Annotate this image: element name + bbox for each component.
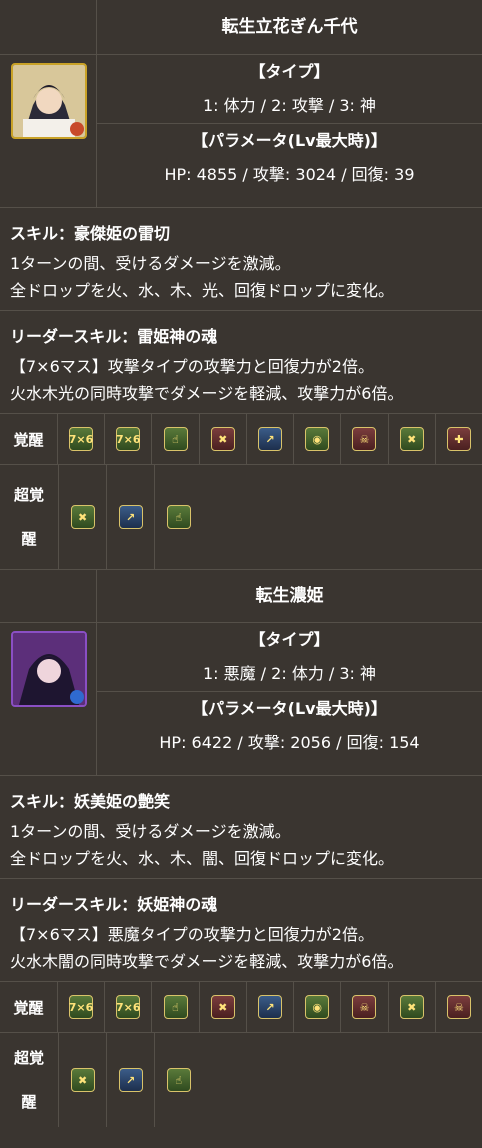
guard-break-icon[interactable]: ◉ (305, 995, 330, 1019)
skill-bind-resist-icon[interactable]: ✖ (210, 995, 235, 1019)
monster-name: 転生立花ぎん千代 (221, 17, 358, 37)
skill-boost-icon[interactable]: ☝ (163, 995, 188, 1019)
param-header: 【パラメータ(Lv最大時)】 (192, 699, 387, 718)
monster-card-1: 転生立花ぎん千代 【タイプ】 1: 体力 / 2: 攻撃 / 3: 神 【パラメ… (0, 0, 482, 570)
type-header: 【タイプ】 (249, 630, 330, 649)
bind-resist-icon[interactable]: ✖ (70, 1068, 95, 1092)
7x6-icon[interactable]: 7×6 (69, 427, 93, 451)
leader-skill-line: 【7×6マス】攻撃タイプの攻撃力と回復力が2倍。 (10, 357, 374, 376)
two-way-icon[interactable]: ↗ (118, 505, 143, 529)
leader-skill-title: リーダースキル：妖姫神の魂 (10, 895, 218, 914)
blind-resist-icon[interactable]: ✖ (399, 995, 424, 1019)
leader-skill-line: 火水木闇の同時攻撃でダメージを軽減、攻撃力が6倍。 (10, 952, 404, 971)
super-awaken-label-1: 超覚 (13, 486, 44, 504)
bind-resist-icon[interactable]: ☠ (352, 427, 377, 451)
monster-name: 転生濃姫 (255, 586, 324, 606)
skill-line: 1ターンの間、受けるダメージを激減。 (10, 254, 291, 273)
type-values: 1: 悪魔 / 2: 体力 / 3: 神 (202, 664, 377, 683)
monster-avatar[interactable] (11, 63, 87, 139)
7x6-icon[interactable]: 7×6 (116, 427, 141, 451)
awaken-label: 覚醒 (0, 414, 58, 464)
skill-line: 全ドロップを火、水、木、闇、回復ドロップに変化。 (10, 849, 395, 868)
super-awaken-label-2: 醒 (21, 530, 37, 548)
skill-boost-icon[interactable]: ☝ (166, 505, 191, 529)
skill-line: 全ドロップを火、水、木、光、回復ドロップに変化。 (10, 281, 395, 300)
two-way-icon[interactable]: ↗ (257, 427, 282, 451)
awaken-label: 覚醒 (0, 982, 58, 1032)
skill-boost-icon[interactable]: ☝ (166, 1068, 191, 1092)
param-values: HP: 6422 / 攻撃: 2056 / 回復: 154 (159, 733, 420, 752)
leader-skill-line: 火水木光の同時攻撃でダメージを軽減、攻撃力が6倍。 (10, 384, 404, 403)
two-way-icon[interactable]: ↗ (257, 995, 282, 1019)
skill-bind-resist-icon[interactable]: ✖ (210, 427, 235, 451)
param-values: HP: 4855 / 攻撃: 3024 / 回復: 39 (164, 165, 415, 184)
super-awaken-label-2: 醒 (21, 1093, 37, 1111)
param-header: 【パラメータ(Lv最大時)】 (192, 131, 387, 150)
skill-line: 1ターンの間、受けるダメージを激減。 (10, 822, 291, 841)
skill-title: スキル：豪傑姫の雷切 (10, 224, 171, 243)
blind-resist-icon[interactable]: ✖ (399, 427, 424, 451)
bind-resist-icon[interactable]: ☠ (352, 995, 377, 1019)
leader-skill-title: リーダースキル：雷姫神の魂 (10, 327, 218, 346)
7x6-icon[interactable]: 7×6 (116, 995, 141, 1019)
type-values: 1: 体力 / 2: 攻撃 / 3: 神 (202, 96, 377, 115)
bind-resist-icon[interactable]: ✖ (70, 505, 95, 529)
super-awaken-label-1: 超覚 (13, 1049, 44, 1067)
jammer-resist-icon[interactable]: ✚ (446, 427, 471, 451)
skill-title: スキル：妖美姫の艶笑 (10, 792, 171, 811)
monster-card-2: 転生濃姫 【タイプ】 1: 悪魔 / 2: 体力 / 3: 神 【パラメータ(L… (0, 570, 482, 1127)
skill-boost-icon[interactable]: ☝ (163, 427, 188, 451)
7x6-icon[interactable]: 7×6 (69, 995, 93, 1019)
guard-break-icon[interactable]: ◉ (305, 427, 330, 451)
jammer-resist-icon[interactable]: ☠ (446, 995, 471, 1019)
two-way-icon[interactable]: ↗ (118, 1068, 143, 1092)
leader-skill-line: 【7×6マス】悪魔タイプの攻撃力と回復力が2倍。 (10, 925, 374, 944)
monster-avatar[interactable] (11, 631, 87, 707)
type-header: 【タイプ】 (249, 62, 330, 81)
